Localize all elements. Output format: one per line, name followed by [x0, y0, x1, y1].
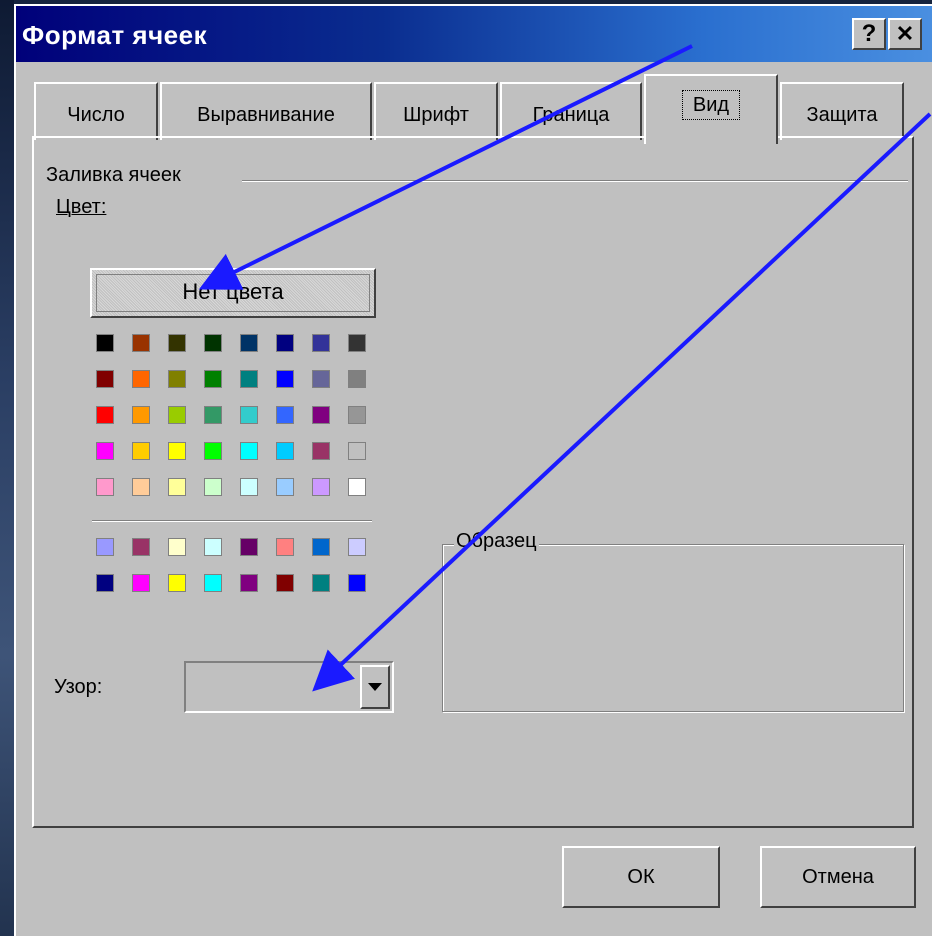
color-swatch[interactable]: [240, 370, 258, 388]
color-swatch[interactable]: [132, 370, 150, 388]
chevron-down-icon: [368, 683, 382, 691]
color-swatch[interactable]: [348, 574, 366, 592]
color-label: Цвет:: [56, 196, 107, 218]
color-swatch[interactable]: [240, 334, 258, 352]
color-swatch[interactable]: [168, 406, 186, 424]
tab-label: Граница: [532, 104, 610, 126]
color-swatch[interactable]: [96, 442, 114, 460]
color-swatch[interactable]: [276, 538, 294, 556]
color-swatch[interactable]: [276, 478, 294, 496]
color-swatch[interactable]: [168, 478, 186, 496]
color-swatch[interactable]: [96, 334, 114, 352]
color-swatch[interactable]: [168, 442, 186, 460]
color-swatch[interactable]: [276, 334, 294, 352]
color-swatch[interactable]: [276, 370, 294, 388]
no-color-button[interactable]: Нет цвета: [90, 268, 376, 318]
color-swatch[interactable]: [168, 334, 186, 352]
no-color-label: Нет цвета: [182, 279, 284, 304]
color-swatch[interactable]: [348, 370, 366, 388]
color-swatch[interactable]: [240, 538, 258, 556]
color-swatch[interactable]: [348, 334, 366, 352]
color-swatch[interactable]: [132, 442, 150, 460]
tab-number[interactable]: Число: [34, 82, 158, 140]
color-swatch[interactable]: [168, 370, 186, 388]
tab-protection[interactable]: Защита: [780, 82, 904, 140]
color-swatch[interactable]: [204, 574, 222, 592]
color-swatch[interactable]: [132, 478, 150, 496]
color-swatch[interactable]: [348, 442, 366, 460]
tab-label: Выравнивание: [197, 104, 335, 126]
color-swatch[interactable]: [276, 442, 294, 460]
color-swatch[interactable]: [132, 538, 150, 556]
color-swatch[interactable]: [348, 538, 366, 556]
color-swatch[interactable]: [276, 406, 294, 424]
tab-label: Шрифт: [403, 104, 469, 126]
pattern-dropdown[interactable]: [184, 661, 394, 713]
tab-panel: [32, 136, 914, 828]
dropdown-arrow-button[interactable]: [360, 665, 390, 709]
color-swatch[interactable]: [168, 574, 186, 592]
color-swatch[interactable]: [204, 442, 222, 460]
color-swatch[interactable]: [96, 406, 114, 424]
tab-font[interactable]: Шрифт: [374, 82, 498, 140]
tab-label: Защита: [806, 104, 878, 126]
tab-alignment[interactable]: Выравнивание: [160, 82, 372, 140]
pattern-label: Узор:: [54, 676, 103, 698]
color-swatch[interactable]: [276, 574, 294, 592]
help-button[interactable]: ?: [852, 18, 886, 50]
format-cells-dialog: Формат ячеек ? ✕ Число Выравнивание Шриф…: [14, 4, 932, 936]
color-swatch[interactable]: [312, 574, 330, 592]
fill-group-label: Заливка ячеек: [46, 164, 181, 186]
color-swatch[interactable]: [204, 406, 222, 424]
color-swatch[interactable]: [240, 574, 258, 592]
sample-box: [442, 544, 904, 712]
background: [0, 0, 14, 936]
color-swatch[interactable]: [312, 406, 330, 424]
color-swatch[interactable]: [348, 406, 366, 424]
color-swatch[interactable]: [312, 442, 330, 460]
tab-border[interactable]: Граница: [500, 82, 642, 140]
color-swatch[interactable]: [96, 370, 114, 388]
sample-label: Образец: [454, 530, 539, 553]
color-swatch[interactable]: [132, 406, 150, 424]
tab-label: Вид: [681, 90, 741, 120]
color-swatch[interactable]: [240, 406, 258, 424]
color-swatch[interactable]: [96, 478, 114, 496]
color-swatch[interactable]: [204, 538, 222, 556]
color-swatch[interactable]: [204, 334, 222, 352]
color-swatch[interactable]: [132, 334, 150, 352]
color-swatch[interactable]: [348, 478, 366, 496]
tab-patterns[interactable]: Вид: [644, 74, 778, 144]
color-swatch[interactable]: [96, 538, 114, 556]
color-swatch[interactable]: [204, 478, 222, 496]
color-swatch[interactable]: [312, 370, 330, 388]
color-swatch[interactable]: [168, 538, 186, 556]
color-swatch[interactable]: [312, 538, 330, 556]
ok-button[interactable]: ОК: [562, 846, 720, 908]
color-swatch[interactable]: [204, 370, 222, 388]
close-button[interactable]: ✕: [888, 18, 922, 50]
color-swatch[interactable]: [240, 478, 258, 496]
color-swatch[interactable]: [240, 442, 258, 460]
title-bar: Формат ячеек ? ✕: [16, 6, 932, 62]
color-swatch[interactable]: [312, 478, 330, 496]
color-swatch[interactable]: [132, 574, 150, 592]
color-swatch[interactable]: [312, 334, 330, 352]
group-divider: [242, 180, 908, 182]
palette-separator: [92, 520, 372, 522]
color-swatch[interactable]: [96, 574, 114, 592]
tab-label: Число: [67, 104, 125, 126]
cancel-button[interactable]: Отмена: [760, 846, 916, 908]
dialog-title: Формат ячеек: [22, 20, 208, 50]
